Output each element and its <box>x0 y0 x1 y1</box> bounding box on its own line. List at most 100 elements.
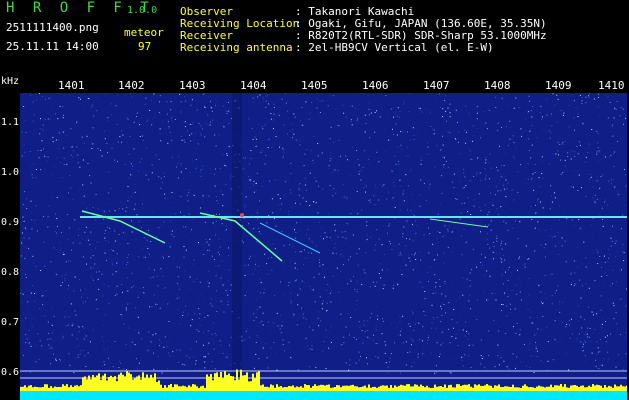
activity-bar <box>294 387 296 391</box>
activity-bar <box>302 387 304 391</box>
activity-bar <box>94 377 96 391</box>
activity-bar <box>124 376 126 391</box>
activity-bar <box>446 387 448 391</box>
activity-bar <box>252 373 254 391</box>
activity-bar <box>494 385 496 391</box>
activity-bar <box>546 386 548 391</box>
activity-bar <box>232 376 234 391</box>
activity-bar <box>162 388 164 391</box>
activity-bar <box>270 384 272 391</box>
activity-bar <box>46 384 48 391</box>
noise-background <box>20 93 627 400</box>
activity-bar <box>350 385 352 391</box>
activity-bar <box>386 385 388 391</box>
activity-bar <box>542 386 544 391</box>
activity-bar <box>312 386 314 391</box>
activity-bar <box>550 384 552 391</box>
file-name: 2511111400.png <box>6 21 99 34</box>
activity-bar <box>140 379 142 391</box>
antenna-label: Receiving antenna <box>180 41 293 54</box>
activity-bar <box>524 384 526 391</box>
activity-bar <box>438 386 440 391</box>
activity-bar <box>364 385 366 391</box>
activity-bar <box>378 386 380 391</box>
activity-bar <box>114 376 116 391</box>
activity-bar <box>510 387 512 391</box>
activity-bar <box>470 386 472 391</box>
activity-bar <box>390 385 392 391</box>
activity-bar <box>456 384 458 391</box>
activity-bar <box>608 385 610 391</box>
spectrogram-canvas <box>20 93 627 400</box>
activity-bar <box>178 386 180 391</box>
activity-bar <box>246 372 248 391</box>
activity-bar <box>190 386 192 391</box>
activity-bar <box>34 386 36 391</box>
activity-bar <box>90 379 92 391</box>
activity-bar <box>196 386 198 391</box>
activity-bar <box>468 384 470 391</box>
activity-bar <box>498 384 500 391</box>
activity-bar <box>526 386 528 391</box>
activity-bar <box>316 385 318 391</box>
activity-bar <box>72 387 74 391</box>
activity-bar <box>506 386 508 391</box>
activity-bar <box>284 387 286 391</box>
activity-bar <box>484 385 486 391</box>
activity-bar <box>170 384 172 391</box>
freq-tick-label: 0.9 <box>1 217 20 228</box>
activity-bar <box>570 385 572 391</box>
activity-bar <box>404 385 406 391</box>
activity-bar <box>24 385 26 391</box>
activity-bar <box>548 386 550 391</box>
activity-bar <box>362 386 364 391</box>
activity-bar <box>146 374 148 391</box>
activity-bar <box>192 384 194 391</box>
activity-bar <box>44 384 46 391</box>
activity-bar <box>50 386 52 391</box>
activity-bar <box>136 376 138 391</box>
activity-bar <box>616 386 618 391</box>
activity-bar <box>22 386 24 391</box>
activity-bar <box>228 373 230 391</box>
activity-bar <box>522 385 524 391</box>
activity-bar <box>76 385 78 391</box>
activity-bar <box>534 387 536 391</box>
activity-bar <box>592 384 594 391</box>
activity-bar <box>52 387 54 391</box>
activity-bar <box>458 384 460 391</box>
activity-bar <box>618 386 620 391</box>
activity-bar <box>500 387 502 391</box>
activity-bar <box>426 385 428 391</box>
activity-bar <box>606 387 608 391</box>
activity-bar <box>154 373 156 391</box>
activity-bar <box>462 385 464 391</box>
header-panel: H R O F F T 1.0.0 2511111400.png 25.11.1… <box>0 0 629 75</box>
activity-bar <box>460 386 462 391</box>
activity-bar <box>476 385 478 391</box>
activity-bar <box>318 385 320 391</box>
activity-bar <box>388 387 390 391</box>
activity-bar <box>60 387 62 391</box>
activity-bar <box>128 372 130 391</box>
activity-bar <box>444 384 446 391</box>
activity-bar <box>572 385 574 391</box>
time-tick-label: 1405 <box>301 79 328 92</box>
activity-bar <box>176 384 178 391</box>
freq-tick-label: 0.6 <box>1 367 20 378</box>
activity-bar <box>138 375 140 391</box>
time-tick-label: 1408 <box>484 79 511 92</box>
activity-bar <box>26 387 28 391</box>
activity-bar <box>482 386 484 391</box>
activity-bar <box>504 386 506 391</box>
activity-bar <box>282 387 284 391</box>
activity-bar <box>502 387 504 391</box>
activity-bar <box>590 386 592 391</box>
activity-bar <box>310 387 312 391</box>
activity-bar <box>336 385 338 391</box>
activity-bar <box>410 386 412 391</box>
time-tick-label: 1404 <box>240 79 267 92</box>
activity-bar <box>394 385 396 391</box>
activity-bar <box>204 387 206 391</box>
activity-bar <box>188 385 190 391</box>
